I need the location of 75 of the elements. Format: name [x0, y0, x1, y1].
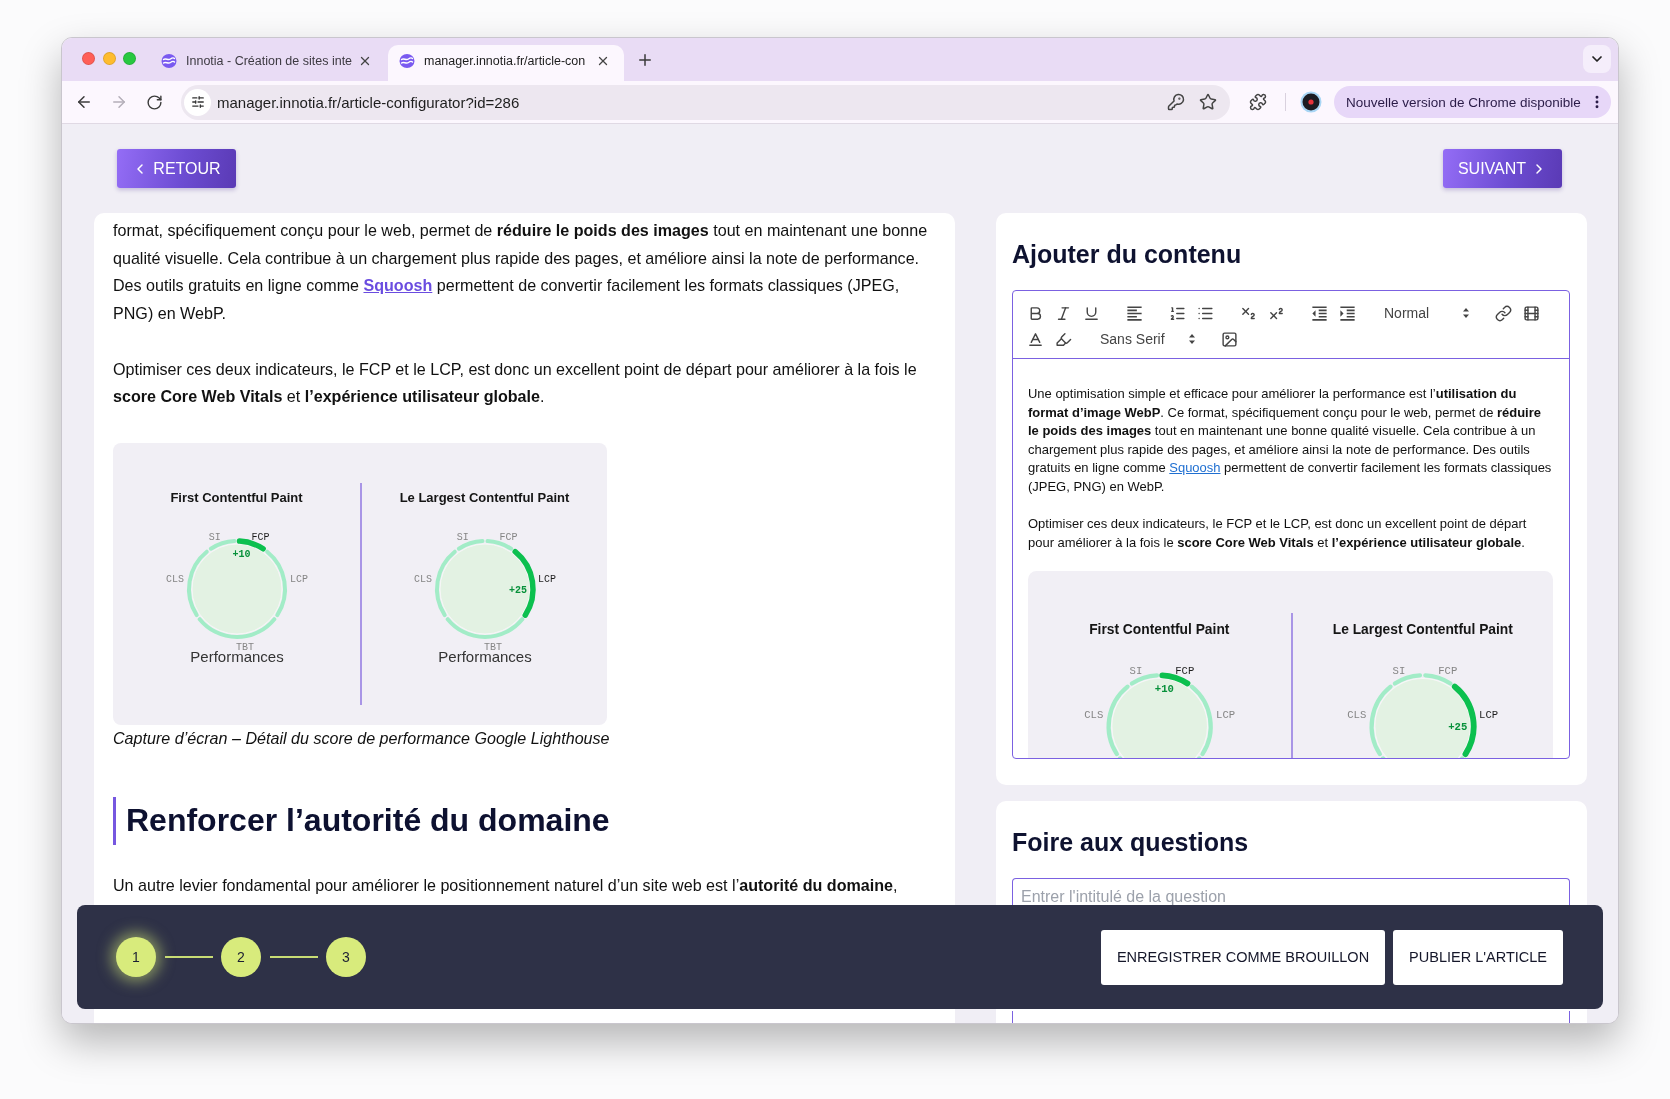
gauge-label: FCP: [251, 531, 270, 543]
numbered-list-icon[interactable]: [1168, 304, 1186, 322]
gauge-label: FCP: [499, 531, 518, 543]
align-left-icon[interactable]: [1124, 303, 1144, 323]
gauge-title: First Contentful Paint: [170, 488, 303, 507]
highlighter-icon[interactable]: [1054, 330, 1072, 348]
gauge-label: CLS: [1347, 709, 1367, 722]
gauge-label: LCP: [537, 573, 556, 585]
gauge-title: First Contentful Paint: [1089, 619, 1230, 639]
close-icon[interactable]: [596, 54, 610, 68]
step-indicator: 1: [116, 937, 156, 977]
score-delta: +10: [231, 548, 250, 560]
gauge-label: LCP: [1479, 709, 1499, 722]
card-title: Foire aux questions: [1012, 827, 1250, 857]
publish-button[interactable]: PUBLIER L'ARTICLE: [1393, 929, 1563, 985]
gauge-label: SI: [456, 531, 469, 543]
film-icon[interactable]: [1522, 304, 1540, 322]
gauge-label: CLS: [413, 573, 432, 585]
section-heading: Renforcer l’autorité du domaine: [113, 796, 935, 845]
score-delta: +25: [508, 584, 527, 596]
update-chrome-button[interactable]: Nouvelle version de Chrome disponible: [1334, 86, 1611, 118]
puzzle-icon[interactable]: [1249, 93, 1267, 111]
gauge-label: FCP: [1438, 664, 1458, 677]
gauge-label: LCP: [1215, 709, 1235, 722]
paragraph: Optimiser ces deux indicateurs, le FCP et le LCP, est donc un excellent point de départ pour améliorer à la fois le score Core Web Vitals et l’expérience utilisateur globale.: [113, 358, 918, 408]
reload-icon[interactable]: [146, 93, 163, 111]
question-field[interactable]: Entrer l'intitulé de la question: [1012, 878, 1570, 905]
sort-arrows-icon: [1462, 307, 1470, 319]
step-indicator: 3: [326, 937, 366, 977]
gauge-label: SI: [1129, 665, 1142, 678]
paragraph: Une optimisation simple et efficace pour améliorer la performance est l’utilisation du format d’image WebP. Ce format, spécifiquement conçu pour le web, permet de réduire le poids des images tout en maintenant une bonne qualité visuelle. Cela contribue à un chargement plus rapide des pages, et améliore ainsi la note de performance. Des outils gratuits en ligne comme Squoosh permettent de convertir facilement les formats classiques (JPEG, PNG) en WebP.: [1028, 385, 1553, 496]
avatar-icon[interactable]: [1300, 91, 1322, 113]
next-button[interactable]: SUIVANT: [1443, 149, 1562, 188]
outdent-icon[interactable]: [1309, 303, 1329, 323]
score-delta: +10: [1154, 682, 1174, 695]
star-icon[interactable]: [1199, 93, 1217, 111]
gauge-title: Le Largest Contentful Paint: [1332, 619, 1513, 639]
font-dropdown[interactable]: Sans Serif: [1092, 327, 1200, 351]
address-bar[interactable]: manager.innotia.fr/article-configurator?id=286: [181, 84, 1230, 120]
image-icon[interactable]: [1220, 330, 1238, 348]
site-settings-icon[interactable]: [184, 88, 211, 116]
chevron-down-icon[interactable]: [1583, 45, 1611, 73]
link-icon[interactable]: [1494, 304, 1512, 322]
logo-icon: [161, 53, 177, 69]
step-connector: [269, 956, 318, 958]
back-button[interactable]: RETOUR: [117, 149, 236, 188]
gauge-label: CLS: [1083, 709, 1103, 722]
text-link[interactable]: Squoosh: [1169, 460, 1221, 476]
card-title: Ajouter du contenu: [1012, 239, 1243, 269]
text-color-icon[interactable]: [1026, 330, 1044, 348]
logo-icon: [399, 53, 415, 69]
sort-arrows-icon: [1188, 333, 1196, 345]
figure-caption: Capture d’écran – Détail du score de performance Google Lighthouse: [113, 727, 611, 749]
paragraph: Un autre levier fondamental pour améliorer le positionnement naturel d’un site web est l’autorité du domaine,: [113, 875, 899, 897]
gauge-label: FCP: [1174, 664, 1194, 677]
close-window-icon[interactable]: [82, 51, 95, 65]
key-icon[interactable]: [1167, 93, 1185, 111]
paragraph: format, spécifiquement conçu pour le web, permet de réduire le poids des images tout en maintenant une bonne qualité visuelle. Cela contribue à un chargement plus rapide des pages, et améliore ainsi la note de performance. Des outils gratuits en ligne comme Squoosh permettent de convertir facilement les formats classiques (JPEG, PNG) en WebP.: [113, 220, 929, 325]
browser-tab[interactable]: manager.innotia.fr/article-con: [388, 45, 624, 81]
close-icon[interactable]: [358, 54, 372, 68]
heading-dropdown[interactable]: Normal: [1376, 301, 1474, 325]
step-indicator: 2: [221, 937, 261, 977]
text-link[interactable]: Squoosh: [363, 276, 433, 295]
paragraph: Optimiser ces deux indicateurs, le FCP et le LCP, est donc un excellent point de départ pour améliorer à la fois le score Core Web Vitals et l’expérience utilisateur globale.: [1028, 515, 1528, 552]
step-connector: [164, 956, 213, 958]
gauge-label: CLS: [165, 573, 184, 585]
save-draft-button[interactable]: ENREGISTRER COMME BROUILLON: [1100, 929, 1386, 985]
score-delta: +25: [1448, 720, 1468, 733]
browser-tab[interactable]: Innotia - Création de sites inte: [150, 45, 386, 81]
gauge-label: LCP: [289, 573, 308, 585]
gauge-title: Le Largest Contentful Paint: [399, 488, 570, 507]
indent-icon[interactable]: [1337, 303, 1357, 323]
underline-icon[interactable]: [1082, 304, 1100, 322]
gauge-label: SI: [1392, 665, 1406, 678]
gauge-label: SI: [208, 531, 221, 543]
